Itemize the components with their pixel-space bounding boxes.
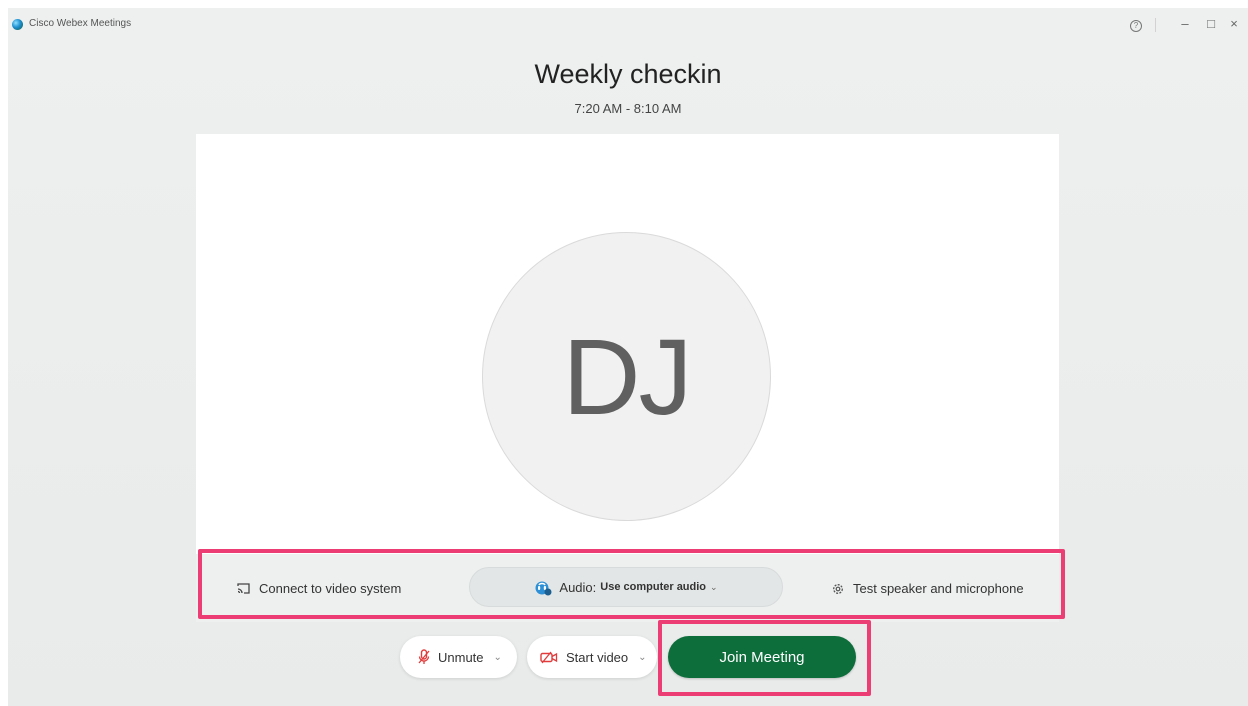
test-speaker-mic-button[interactable]: Test speaker and microphone (831, 581, 1024, 596)
audio-icon (535, 581, 552, 595)
gear-icon (833, 583, 843, 594)
start-video-button[interactable]: Start video ⌄ (527, 636, 657, 678)
app-logo-icon (12, 19, 23, 30)
microphone-muted-icon (418, 649, 430, 664)
close-button[interactable]: × (1227, 15, 1241, 33)
meeting-title: Weekly checkin (534, 59, 722, 89)
unmute-label: Unmute (438, 649, 484, 665)
help-icon: ? (1130, 20, 1142, 32)
audio-value: Use computer audio (600, 581, 707, 593)
avatar: DJ (482, 232, 771, 521)
unmute-button[interactable]: Unmute ⌄ (400, 636, 517, 678)
video-preview: DJ (196, 134, 1059, 554)
start-video-label: Start video (566, 649, 629, 665)
chevron-down-icon: ⌄ (710, 581, 718, 592)
chevron-down-icon[interactable]: ⌄ (494, 652, 502, 663)
audio-label: Audio: (559, 579, 597, 595)
maximize-button[interactable]: □ (1204, 15, 1218, 33)
avatar-initials: DJ (562, 316, 693, 437)
connect-video-system-label: Connect to video system (259, 581, 402, 596)
help-button[interactable]: ? (1127, 15, 1145, 33)
test-speaker-mic-label: Test speaker and microphone (853, 581, 1024, 596)
video-off-icon (540, 651, 558, 663)
webex-window: Cisco Webex Meetings ? – □ × Weekly chec… (8, 8, 1248, 706)
title-divider (1155, 18, 1156, 32)
app-title: Cisco Webex Meetings (29, 18, 132, 29)
join-meeting-button[interactable]: Join Meeting (668, 636, 856, 678)
connect-video-system-button[interactable]: Connect to video system (236, 581, 401, 596)
chevron-down-icon[interactable]: ⌄ (638, 652, 646, 663)
meeting-time: 7:20 AM - 8:10 AM (574, 101, 682, 116)
cast-icon (237, 583, 250, 594)
audio-selector[interactable]: Audio: Use computer audio ⌄ (469, 567, 783, 607)
title-bar: Cisco Webex Meetings ? – □ × (8, 8, 1248, 42)
minimize-button[interactable]: – (1178, 15, 1192, 33)
join-options-bar: Connect to video system Audio: Use compu… (196, 554, 1059, 622)
